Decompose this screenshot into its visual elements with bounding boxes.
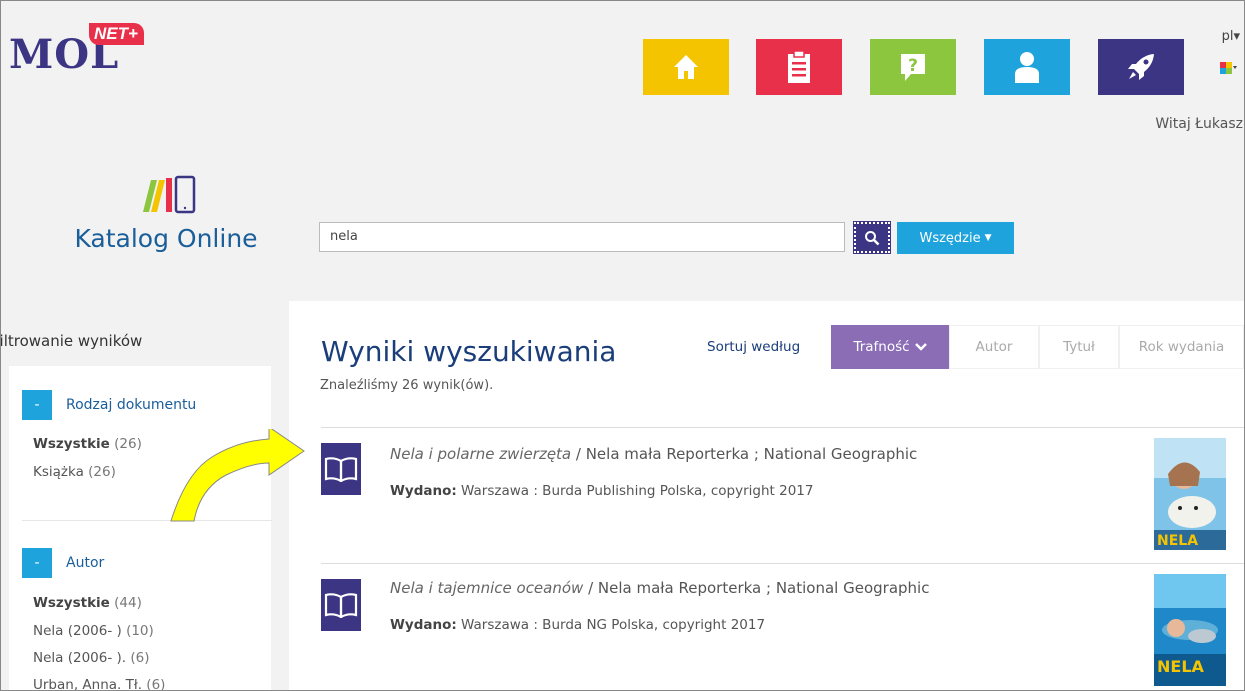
sort-year-button[interactable]: Rok wydania: [1119, 325, 1244, 369]
catalog-logo[interactable]: Katalog Online: [56, 174, 276, 253]
nav-home-button[interactable]: [643, 39, 729, 95]
facet-item-count: (26): [88, 464, 116, 480]
result-publication: Wydano: Warszawa : Burda Publishing Pols…: [390, 483, 814, 499]
cover-title: NELA: [1157, 533, 1198, 549]
result-title-link[interactable]: Nela i polarne zwierzęta / Nela mała Rep…: [390, 445, 917, 463]
cover-title: NELA: [1157, 657, 1205, 676]
chevron-down-icon: [914, 343, 927, 351]
results-count: Znaleźliśmy 26 wynik(ów).: [320, 378, 494, 393]
catalog-title: Katalog Online: [74, 224, 258, 253]
facet-item-count: (26): [114, 436, 142, 452]
book-cover-image[interactable]: NELA: [1154, 574, 1226, 686]
facet-item-all-types[interactable]: Wszystkie (26): [33, 436, 142, 452]
book-cover-art: NELA: [1154, 438, 1226, 550]
catalog-books-icon: [143, 175, 196, 214]
facet-item-label: Nela (2006- ): [33, 623, 122, 639]
result-publication: Wydano: Warszawa : Burda NG Polska, copy…: [390, 617, 765, 633]
result-responsibility: / Nela mała Reporterka ; National Geogra…: [583, 579, 930, 597]
sort-option-label: Tytuł: [1063, 339, 1095, 355]
sort-author-button[interactable]: Autor: [949, 325, 1039, 369]
nav-rocket-button[interactable]: [1098, 39, 1184, 95]
sort-label: Sortuj według: [707, 339, 801, 355]
nav-clipboard-button[interactable]: [756, 39, 842, 95]
published-label: Wydano:: [390, 483, 457, 499]
facet-section-label: Autor: [66, 555, 105, 571]
published-label: Wydano:: [390, 617, 457, 633]
catalog-header: Witaj Łukasz Katalog Online nela Wszędzi…: [1, 99, 1244, 299]
theme-switcher[interactable]: [1220, 59, 1238, 74]
annotation-arrow: [170, 429, 305, 522]
facet-item-label: Urban, Anna. Tł.: [33, 677, 142, 691]
facet-section-document-type[interactable]: - Rodzaj dokumentu: [22, 390, 196, 420]
chevron-down-icon: ▾: [1233, 29, 1240, 44]
filter-title: Filtrowanie wyników: [0, 332, 143, 350]
help-icon: ?: [901, 54, 925, 81]
facet-item-author[interactable]: Nela (2006- ). (6): [33, 650, 150, 666]
svg-text:?: ?: [908, 56, 918, 76]
published-value: Warszawa : Burda Publishing Polska, copy…: [456, 483, 814, 499]
result-title: Nela i tajemnice oceanów: [390, 579, 584, 597]
home-icon: [674, 55, 698, 79]
search-input[interactable]: nela: [319, 222, 845, 252]
facet-item-label: Nela (2006- ).: [33, 650, 127, 666]
language-selector[interactable]: pl▾: [1222, 29, 1240, 44]
book-cover-art: NELA: [1154, 574, 1226, 686]
facet-item-count: (10): [126, 623, 154, 639]
open-book-icon: [324, 457, 358, 482]
book-type-icon: [321, 579, 361, 631]
clipboard-icon: [788, 50, 810, 83]
search-scope-label: Wszędzie: [919, 230, 981, 246]
collapse-toggle[interactable]: -: [22, 548, 52, 578]
sort-option-label: Autor: [975, 339, 1013, 355]
language-label: pl: [1221, 29, 1234, 44]
facet-item-count: (44): [114, 595, 142, 611]
logo-badge: NET+: [89, 23, 144, 45]
collapse-toggle[interactable]: -: [22, 390, 52, 420]
facet-item-count: (6): [130, 650, 150, 666]
results-heading: Wyniki wyszukiwania: [321, 335, 617, 368]
results-panel: Wyniki wyszukiwania Sortuj według Trafno…: [289, 301, 1244, 690]
book-type-icon: [321, 443, 361, 495]
open-book-icon: [324, 593, 358, 618]
book-cover-image[interactable]: NELA: [1154, 438, 1226, 550]
welcome-text: Witaj Łukasz: [1155, 116, 1243, 132]
facet-section-author[interactable]: - Autor: [22, 548, 104, 578]
facet-item-author[interactable]: Nela (2006- ) (10): [33, 623, 154, 639]
search-button[interactable]: [853, 221, 891, 254]
facet-item-count: (6): [146, 677, 166, 691]
nav-help-button[interactable]: ?: [870, 39, 956, 95]
published-value: Warszawa : Burda NG Polska, copyright 20…: [456, 617, 766, 633]
result-responsibility: / Nela mała Reporterka ; National Geogra…: [571, 445, 918, 463]
result-divider: [321, 427, 1244, 428]
facet-item-label: Książka: [33, 464, 84, 480]
search-icon: [865, 230, 880, 245]
result-title-link[interactable]: Nela i tajemnice oceanów / Nela mała Rep…: [390, 579, 929, 597]
sort-title-button[interactable]: Tytuł: [1039, 325, 1119, 369]
color-grid-icon: [1220, 62, 1237, 74]
mol-logo[interactable]: MOL NET+: [9, 23, 144, 78]
rocket-icon: [1128, 54, 1154, 80]
search-scope-dropdown[interactable]: Wszędzie ▼: [897, 222, 1014, 254]
nav-profile-button[interactable]: [984, 39, 1070, 95]
sort-option-label: Rok wydania: [1138, 339, 1225, 355]
facet-item-all-authors[interactable]: Wszystkie (44): [33, 595, 142, 611]
facet-item-book[interactable]: Książka (26): [33, 464, 116, 480]
facet-item-author[interactable]: Urban, Anna. Tł. (6): [33, 677, 166, 691]
result-title: Nela i polarne zwierzęta: [390, 445, 572, 463]
sort-relevance-button[interactable]: Trafność: [831, 325, 949, 369]
facet-item-label: Wszystkie: [33, 436, 110, 452]
caret-down-icon: ▼: [984, 233, 992, 243]
sort-option-label: Trafność: [853, 339, 910, 355]
result-divider: [321, 563, 1244, 564]
facet-item-label: Wszystkie: [33, 595, 110, 611]
user-icon: [1015, 52, 1039, 83]
app-window: MOL NET+ ? pl▾ Witaj Łukasz Katalog Onli…: [0, 0, 1245, 691]
top-bar: MOL NET+ ? pl▾: [1, 11, 1244, 99]
facet-section-label: Rodzaj dokumentu: [66, 397, 197, 413]
